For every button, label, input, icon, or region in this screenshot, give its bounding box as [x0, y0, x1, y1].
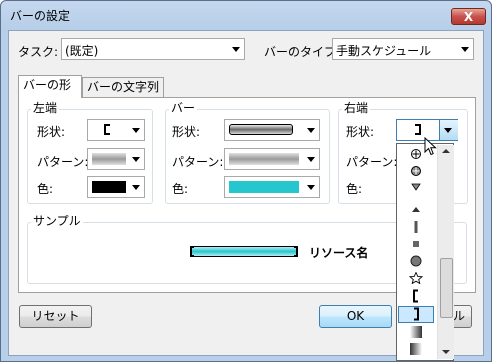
square-icon[interactable] — [398, 238, 434, 255]
end-pattern-label: パターン: — [346, 155, 398, 169]
window-title: バーの設定 — [10, 9, 71, 23]
task-select[interactable]: (既定) — [61, 38, 245, 60]
bar-color-select[interactable] — [224, 176, 320, 198]
bar-type-select[interactable]: 手動スケジュール — [332, 38, 474, 60]
color-swatch — [229, 181, 299, 193]
chevron-down-icon — [232, 47, 240, 52]
chevron-down-icon — [132, 128, 140, 133]
mouse-cursor-icon — [424, 137, 437, 156]
color-swatch — [92, 181, 126, 193]
group-bar-title: バー — [169, 101, 198, 115]
bar-shape-swatch — [229, 124, 293, 135]
triangle-up-icon[interactable] — [398, 203, 434, 220]
bracket-right-icon[interactable] — [398, 306, 434, 323]
dropdown-scrollbar[interactable] — [437, 145, 454, 359]
bracket-left-icon[interactable] — [398, 289, 434, 306]
chevron-down-icon — [307, 157, 315, 162]
chevron-down-icon — [132, 157, 140, 162]
bar-shape-label: 形状: — [172, 125, 201, 139]
chevron-down-icon — [444, 128, 452, 133]
scroll-up-arrow-icon[interactable] — [442, 149, 450, 153]
bar-pattern-label: パターン: — [172, 155, 224, 169]
vertical-bar-icon[interactable] — [398, 220, 434, 237]
pattern-swatch — [229, 153, 299, 165]
end-color-label: 色: — [346, 182, 363, 196]
triangle-down-icon[interactable] — [398, 181, 434, 198]
chevron-down-icon — [461, 47, 469, 52]
start-color-label: 色: — [37, 182, 54, 196]
bracket-right-icon — [294, 246, 298, 257]
bar-type-select-value: 手動スケジュール — [336, 44, 432, 58]
bracket-left-icon — [190, 246, 194, 257]
bar-pattern-select[interactable] — [224, 148, 320, 170]
scroll-thumb[interactable] — [440, 258, 453, 318]
task-select-value: (既定) — [65, 44, 99, 58]
group-start-title: 左端 — [31, 101, 60, 115]
tab-bar-shape[interactable]: バーの形 — [18, 75, 82, 98]
bar-type-label: バーのタイプ — [264, 45, 337, 59]
start-pattern-label: パターン: — [37, 155, 89, 169]
start-color-select[interactable] — [87, 176, 145, 198]
reset-button[interactable]: リセット — [19, 305, 92, 328]
chevron-down-icon — [307, 185, 315, 190]
bracket-right-icon — [415, 124, 421, 135]
sample-text: リソース名 — [309, 246, 369, 260]
star-icon[interactable] — [398, 271, 434, 289]
circle-plus-icon[interactable] — [398, 165, 434, 182]
start-shape-label: 形状: — [37, 125, 66, 139]
bracket-left-icon — [104, 124, 110, 135]
task-label: タスク: — [18, 45, 59, 59]
chevron-down-icon — [307, 128, 315, 133]
bar-shape-select[interactable] — [224, 119, 320, 141]
gradient-block-icon[interactable] — [398, 324, 434, 341]
end-shape-label: 形状: — [346, 125, 375, 139]
sample-title: サンプル — [31, 214, 83, 228]
end-shape-dropdown-list — [396, 143, 454, 361]
ok-button[interactable]: OK — [319, 305, 392, 328]
scroll-down-arrow-icon[interactable] — [442, 350, 450, 354]
chevron-down-icon — [132, 185, 140, 190]
gradient-block-icon[interactable] — [398, 341, 434, 358]
start-pattern-select[interactable] — [87, 148, 145, 170]
sample-bar — [190, 246, 298, 257]
circle-icon[interactable] — [398, 255, 434, 272]
bar-color-label: 色: — [172, 182, 189, 196]
group-end-title: 右端 — [342, 101, 371, 115]
start-shape-select[interactable] — [87, 119, 145, 141]
pattern-swatch — [92, 153, 126, 165]
tab-bar-text[interactable]: バーの文字列 — [82, 77, 164, 97]
close-button[interactable]: X — [451, 8, 486, 25]
